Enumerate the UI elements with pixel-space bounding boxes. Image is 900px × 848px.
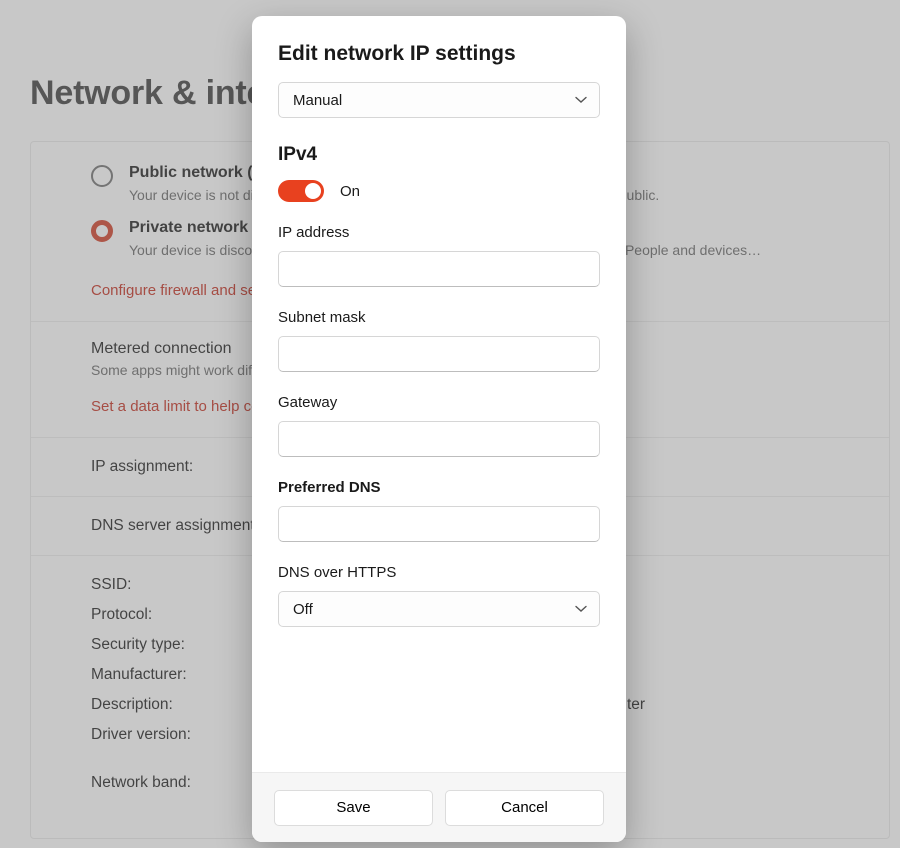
ip-mode-select[interactable]: Manual (278, 82, 600, 118)
gateway-label: Gateway (278, 394, 600, 411)
gateway-input[interactable] (278, 421, 600, 457)
edit-ip-settings-dialog: Edit network IP settings Manual IPv4 On … (252, 16, 626, 842)
ipv4-toggle-row: On (278, 180, 600, 202)
ipv4-heading: IPv4 (278, 144, 600, 166)
dialog-title: Edit network IP settings (278, 42, 600, 66)
chevron-down-icon (575, 94, 587, 106)
dialog-footer: Save Cancel (252, 772, 626, 842)
toggle-knob (305, 183, 321, 199)
cancel-button[interactable]: Cancel (445, 790, 604, 826)
ip-address-input[interactable] (278, 251, 600, 287)
ip-address-label: IP address (278, 224, 600, 241)
subnet-mask-label: Subnet mask (278, 309, 600, 326)
subnet-mask-input[interactable] (278, 336, 600, 372)
ipv4-toggle[interactable] (278, 180, 324, 202)
doh-value: Off (293, 601, 313, 618)
save-button[interactable]: Save (274, 790, 433, 826)
dialog-body: Edit network IP settings Manual IPv4 On … (252, 16, 626, 772)
ip-mode-value: Manual (293, 92, 342, 109)
preferred-dns-input[interactable] (278, 506, 600, 542)
doh-label: DNS over HTTPS (278, 564, 600, 581)
preferred-dns-label: Preferred DNS (278, 479, 600, 496)
chevron-down-icon (575, 603, 587, 615)
ipv4-toggle-state: On (340, 183, 360, 200)
doh-select[interactable]: Off (278, 591, 600, 627)
